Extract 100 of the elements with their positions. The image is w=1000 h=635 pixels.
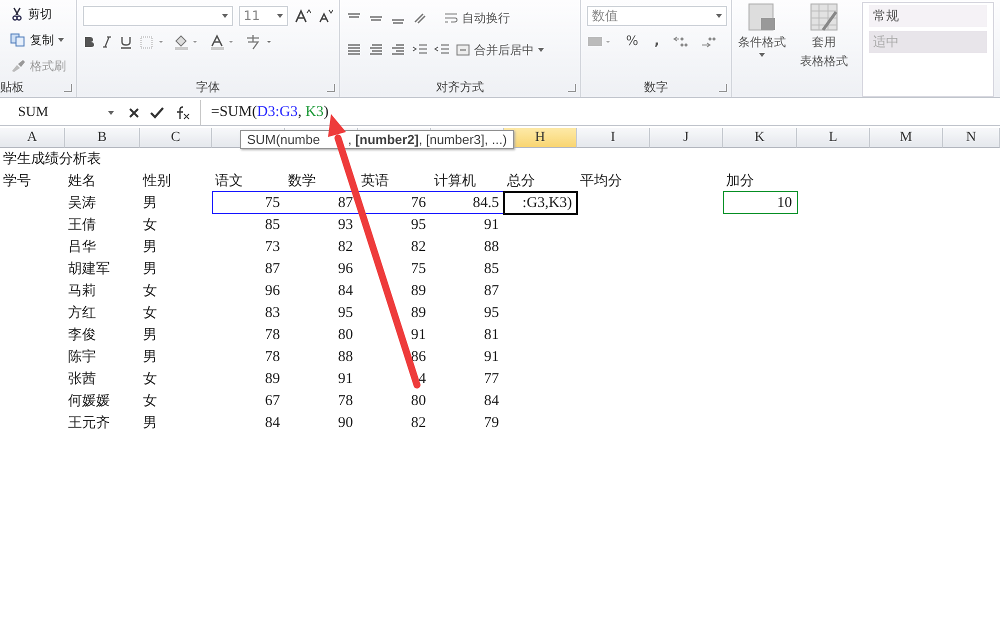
copy-icon	[10, 33, 26, 47]
table-cell: 85	[484, 260, 499, 278]
merge-center-button[interactable]: 合并后居中	[456, 38, 544, 62]
table-cell: 75	[411, 260, 426, 278]
wrap-icon	[444, 12, 458, 24]
table-cell: 91	[338, 370, 353, 388]
decrease-decimal-icon[interactable]	[700, 34, 718, 48]
shrink-font-icon[interactable]	[317, 8, 334, 24]
cell-style-item[interactable]: 常规	[869, 5, 987, 27]
brush-icon	[10, 59, 26, 73]
table-cell: 96	[265, 282, 280, 300]
underline-icon[interactable]	[119, 35, 134, 49]
function-icon[interactable]	[174, 106, 190, 120]
table-cell: 78	[265, 348, 280, 366]
table-cell: 男	[143, 348, 157, 366]
table-cell: 95	[338, 304, 353, 322]
table-cell: 90	[338, 414, 353, 432]
font-size-field[interactable]: 11	[238, 6, 288, 26]
table-cell: 性别	[143, 172, 171, 190]
table-cell: 姓名	[68, 172, 96, 190]
table-cell: 95	[484, 304, 499, 322]
conditional-format-button[interactable]: 条件格式	[738, 2, 786, 97]
check-icon[interactable]	[150, 106, 164, 118]
table-cell: 李俊	[68, 326, 96, 344]
table-cell: 学生成绩分析表	[3, 150, 101, 168]
cut-button[interactable]: 剪切	[10, 2, 70, 26]
table-cell: 男	[143, 326, 157, 344]
conditional-format-icon	[747, 2, 777, 32]
table-cell: 胡建军	[68, 260, 110, 278]
comma-button[interactable]: ,	[651, 34, 662, 49]
table-cell: 女	[143, 370, 157, 388]
scissors-icon	[10, 7, 24, 21]
cancel-icon[interactable]	[128, 106, 140, 118]
align-icon[interactable]	[346, 43, 362, 57]
column-header[interactable]: K	[723, 128, 797, 148]
column-header[interactable]: L	[797, 128, 870, 148]
table-cell: 93	[338, 216, 353, 234]
table-cell: 女	[143, 304, 157, 322]
table-cell: 96	[338, 260, 353, 278]
table-cell: 数学	[288, 172, 316, 190]
table-cell: 张茜	[68, 370, 96, 388]
table-cell: 73	[265, 238, 280, 256]
table-cell: 王倩	[68, 216, 96, 234]
align-icon[interactable]	[368, 43, 384, 57]
formula-field[interactable]: =SUM(D3:G3, K3)	[201, 104, 329, 121]
caret-icon[interactable]	[222, 14, 228, 18]
table-cell: 总分	[507, 172, 535, 190]
table-cell: 方红	[68, 304, 96, 322]
table-cell: 89	[411, 304, 426, 322]
tooltip-text: , [number2], [number3], ...)	[348, 132, 507, 147]
grow-font-icon[interactable]	[294, 8, 312, 24]
column-header[interactable]: N	[943, 128, 1000, 148]
table-cell: 82	[411, 414, 426, 432]
caret-icon[interactable]	[108, 110, 114, 114]
copy-button[interactable]: 复制	[10, 28, 70, 52]
font-name-field[interactable]	[83, 6, 233, 26]
table-cell: 4	[418, 370, 426, 388]
table-cell: 84.5	[472, 194, 499, 212]
increase-decimal-icon[interactable]	[672, 34, 690, 48]
caret-icon[interactable]	[716, 14, 722, 18]
column-header[interactable]: C	[140, 128, 212, 148]
table-cell: 马莉	[68, 282, 96, 300]
table-cell: 加分	[726, 172, 754, 190]
table-cell: 89	[411, 282, 426, 300]
column-header[interactable]: M	[870, 128, 943, 148]
table-cell: 83	[265, 304, 280, 322]
table-cell: 86	[411, 348, 426, 366]
table-cell: 87	[265, 260, 280, 278]
table-cell: 84	[484, 392, 499, 410]
name-box[interactable]: SUM	[0, 102, 120, 122]
column-header[interactable]: I	[577, 128, 650, 148]
table-cell: 67	[265, 392, 280, 410]
caret-icon[interactable]	[276, 14, 283, 18]
table-cell: 95	[411, 216, 426, 234]
table-cell: 81	[484, 326, 499, 344]
number-format-field[interactable]: 数值	[587, 6, 727, 26]
group-label: 数字	[643, 78, 669, 96]
table-cell: 80	[411, 392, 426, 410]
table-cell: 计算机	[434, 172, 476, 190]
bold-icon[interactable]	[83, 35, 96, 49]
table-cell: 87	[338, 194, 353, 212]
table-cell: 平均分	[580, 172, 622, 190]
table-style-icon	[809, 2, 839, 32]
percent-button[interactable]: %	[623, 34, 642, 49]
column-header[interactable]: B	[65, 128, 140, 148]
align-icon[interactable]	[390, 43, 406, 57]
column-header[interactable]: A	[0, 128, 65, 148]
table-cell: 英语	[361, 172, 389, 190]
italic-icon[interactable]	[101, 35, 114, 49]
table-cell: 78	[265, 326, 280, 344]
column-header[interactable]: J	[650, 128, 723, 148]
table-cell: 84	[265, 414, 280, 432]
caret-icon[interactable]	[58, 38, 64, 42]
wrap-text-button[interactable]: 自动换行	[444, 6, 510, 30]
table-cell: 80	[338, 326, 353, 344]
caret-icon[interactable]	[759, 53, 765, 57]
table-cell: 85	[265, 216, 280, 234]
caret-icon[interactable]	[538, 48, 544, 52]
format-as-table-button[interactable]: 套用 表格格式	[800, 2, 848, 97]
group-label: 字体	[195, 78, 222, 96]
